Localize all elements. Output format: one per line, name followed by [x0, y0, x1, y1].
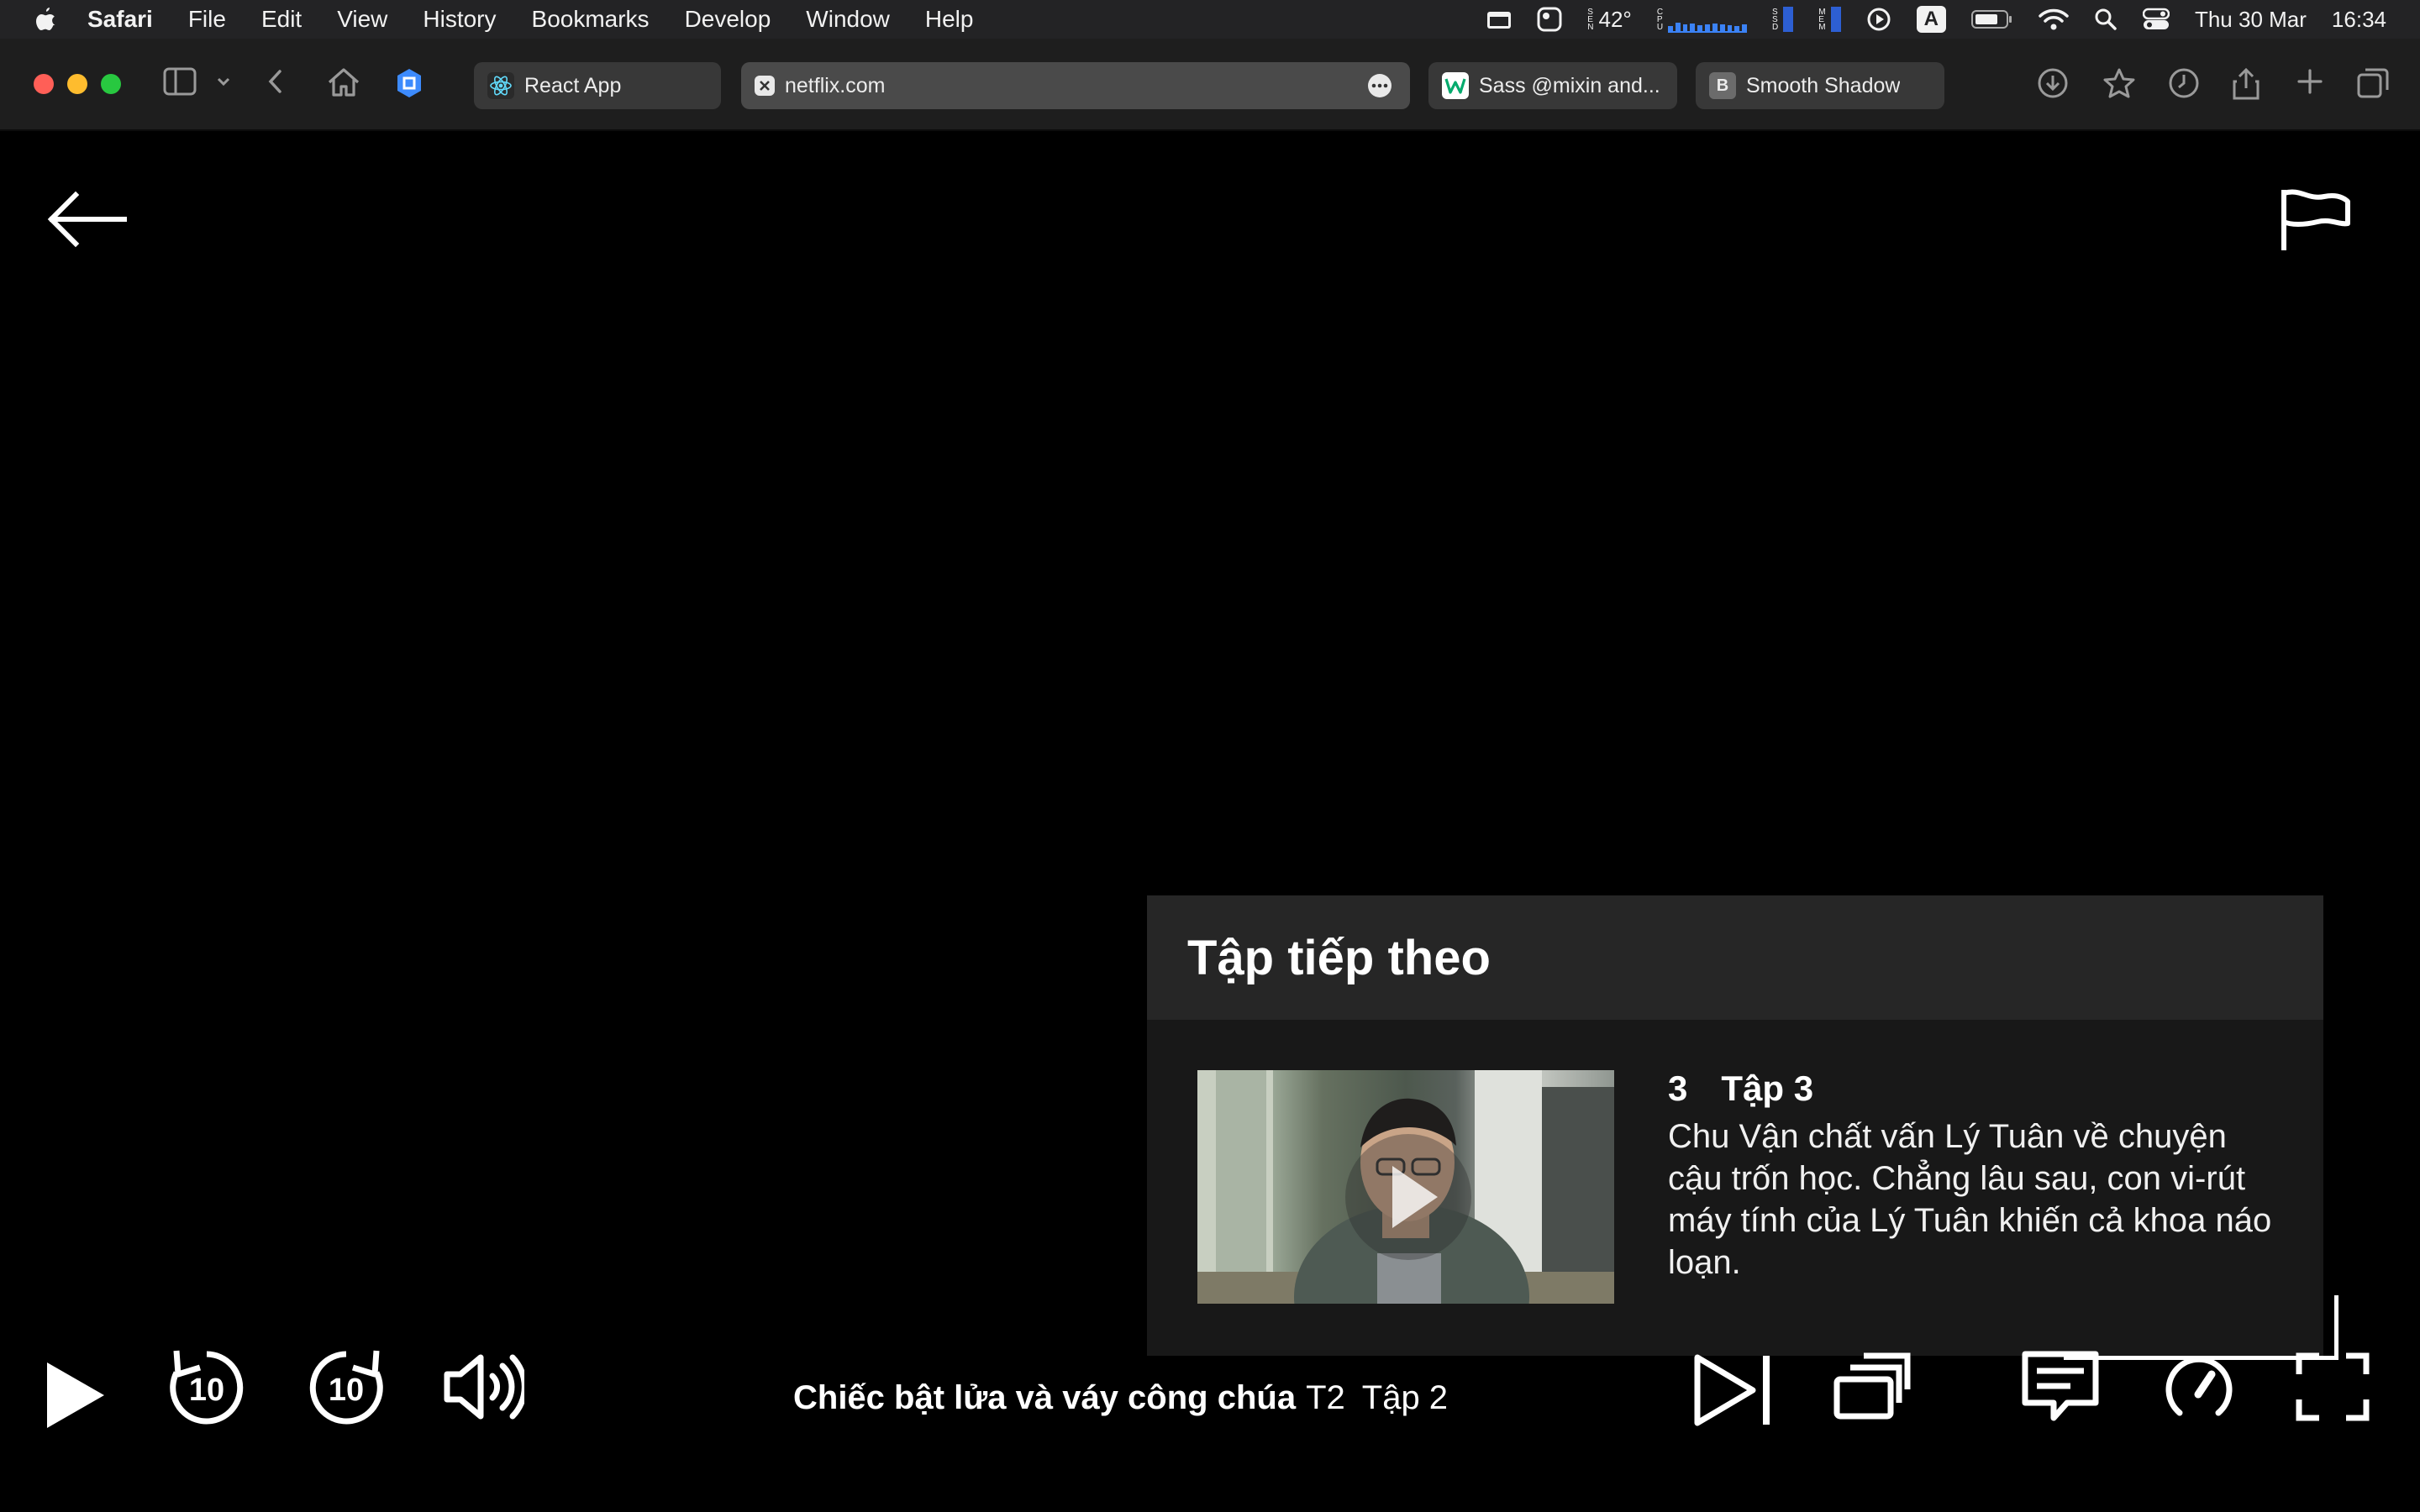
video-player[interactable]: Tập tiếp theo 3 Tập 3 Chu Vận chất vấn L… [0, 131, 2420, 1512]
b-favicon: B [1709, 72, 1736, 99]
wifi-icon[interactable] [2039, 8, 2069, 31]
menubar-date[interactable]: Thu 30 Mar [2195, 7, 2307, 33]
menu-bookmarks[interactable]: Bookmarks [532, 6, 650, 33]
episode-thumbnail[interactable] [1197, 1070, 1614, 1304]
page-menu-icon[interactable] [1366, 72, 1393, 99]
menu-window[interactable]: Window [806, 6, 890, 33]
episodes-list-button[interactable] [1832, 1352, 1911, 1423]
next-episode-heading: Tập tiếp theo [1187, 930, 1491, 985]
control-center-icon[interactable] [2142, 8, 2170, 31]
tab-label: Smooth Shadow [1746, 73, 1901, 97]
memory-meter[interactable]: MEM [1818, 7, 1841, 32]
now-playing-title: Chiếc bật lửa và váy công chúa T2 Tập 2 [793, 1379, 1448, 1417]
temperature-value: 42° [1598, 6, 1632, 32]
season-label: T2 [1306, 1379, 1345, 1416]
forward-seconds: 10 [328, 1372, 365, 1408]
sidebar-menu-chevron-icon[interactable] [215, 67, 232, 96]
calendar-widget-icon[interactable] [1486, 9, 1512, 29]
temperature-readout[interactable]: SEN 42° [1587, 7, 1632, 33]
thumbnail-play-icon[interactable] [1345, 1134, 1471, 1260]
episode-description: Chu Vận chất vấn Lý Tuân về chuyện cậu t… [1668, 1118, 2272, 1281]
extension-shield-icon[interactable] [395, 67, 424, 99]
address-field[interactable]: netflix.com [785, 74, 1366, 98]
play-button[interactable] [37, 1357, 109, 1433]
playback-speed-button[interactable] [2163, 1349, 2235, 1425]
close-window-button[interactable] [34, 74, 54, 94]
sidebar-toggle-icon[interactable] [163, 67, 197, 96]
minimize-window-button[interactable] [67, 74, 87, 94]
episode-label: Tập 2 [1361, 1379, 1449, 1416]
tab-label: React App [524, 73, 622, 97]
react-icon [487, 72, 514, 99]
apple-logo-icon[interactable] [34, 6, 57, 33]
menu-view[interactable]: View [337, 6, 387, 33]
report-flag-icon[interactable] [2277, 186, 2361, 258]
tab-sass-mixin[interactable]: Sass @mixin and... [1428, 62, 1677, 109]
bookmark-star-icon[interactable] [2102, 67, 2136, 99]
battery-icon[interactable] [1970, 9, 2013, 29]
memory-bar [1830, 7, 1841, 32]
show-title: Chiếc bật lửa và váy công chúa [793, 1379, 1297, 1416]
input-source-icon[interactable]: A [1916, 6, 1946, 33]
browser-toolbar: React App netflix.com Sass @mixin and...… [0, 39, 2420, 131]
rewind-seconds: 10 [188, 1372, 225, 1408]
status-area: SEN 42° CPU SSD MEM A Thu 30 Mar 16:34 [1486, 0, 2386, 39]
share-icon[interactable] [2232, 67, 2260, 101]
mem-label-icon: MEM [1818, 7, 1826, 32]
now-playing-icon[interactable] [1866, 7, 1891, 32]
episode-title: Tập 3 [1721, 1068, 1814, 1108]
subtitles-audio-button[interactable] [2020, 1349, 2101, 1425]
volume-button[interactable] [442, 1349, 524, 1425]
tab-smooth-shadow[interactable]: B Smooth Shadow [1696, 62, 1944, 109]
spotlight-search-icon[interactable] [2094, 8, 2118, 31]
screen-record-icon[interactable] [1537, 7, 1562, 32]
back-arrow-icon[interactable] [45, 190, 129, 253]
cpu-label-icon: CPU [1656, 7, 1664, 32]
menu-app-name[interactable]: Safari [87, 6, 153, 33]
ssd-bar [1783, 7, 1794, 32]
home-icon[interactable] [326, 67, 361, 97]
zoom-window-button[interactable] [101, 74, 121, 94]
rewind-10-button[interactable]: 10 [165, 1346, 249, 1430]
history-clock-icon[interactable] [2168, 67, 2200, 99]
back-chevron-icon[interactable] [266, 67, 286, 96]
menu-help[interactable]: Help [925, 6, 974, 33]
sensor-label-icon: SEN [1587, 7, 1594, 32]
tab-netflix[interactable]: netflix.com [741, 62, 1410, 109]
netflix-favicon [755, 76, 775, 96]
w-favicon [1442, 72, 1469, 99]
tab-overview-icon[interactable] [2356, 67, 2390, 99]
fullscreen-button[interactable] [2294, 1351, 2371, 1423]
next-episode-card[interactable]: Tập tiếp theo 3 Tập 3 Chu Vận chất vấn L… [1147, 895, 2323, 1356]
next-episode-button[interactable] [1689, 1351, 1778, 1430]
ssd-meter[interactable]: SSD [1772, 7, 1794, 32]
episode-info: 3 Tập 3 Chu Vận chất vấn Lý Tuân về chuyệ… [1668, 1068, 2273, 1284]
new-tab-plus-icon[interactable] [2296, 67, 2324, 96]
episode-number: 3 [1668, 1068, 1688, 1108]
tab-react-app[interactable]: React App [474, 62, 721, 109]
macos-menu-bar: Safari File Edit View History Bookmarks … [0, 0, 2420, 39]
cpu-graph[interactable]: CPU [1656, 6, 1748, 33]
menu-history[interactable]: History [423, 6, 496, 33]
tab-label: Sass @mixin and... [1479, 73, 1660, 97]
next-episode-header: Tập tiếp theo [1147, 895, 2323, 1020]
menu-file[interactable]: File [188, 6, 226, 33]
menu-edit[interactable]: Edit [261, 6, 302, 33]
menubar-time[interactable]: 16:34 [2332, 7, 2386, 33]
cpu-graph-bars [1668, 6, 1748, 33]
forward-10-button[interactable]: 10 [304, 1346, 388, 1430]
episode-heading: 3 Tập 3 [1668, 1068, 2273, 1109]
downloads-icon[interactable] [2037, 67, 2069, 99]
menu-develop[interactable]: Develop [685, 6, 771, 33]
ssd-label-icon: SSD [1772, 7, 1779, 32]
